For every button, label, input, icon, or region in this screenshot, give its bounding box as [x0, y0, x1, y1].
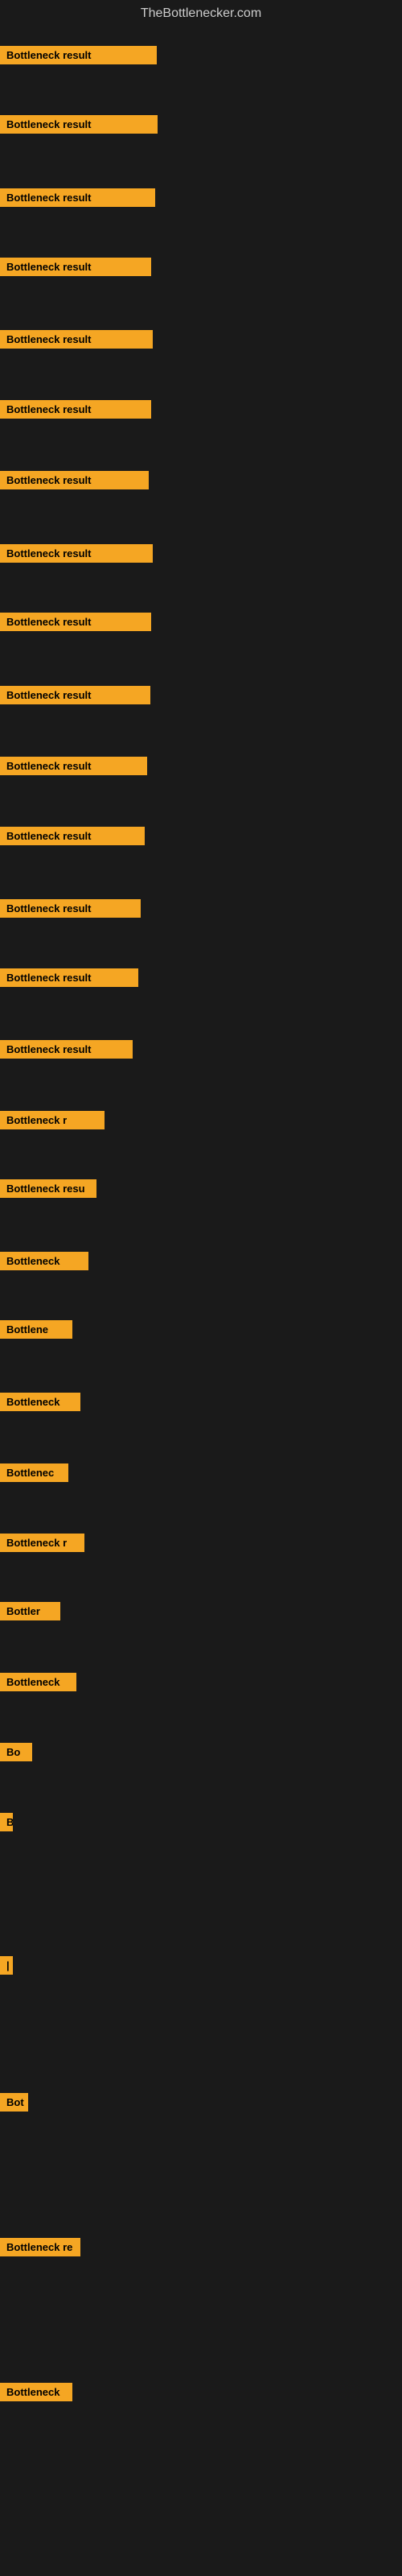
bottleneck-result-label: Bo	[0, 1743, 32, 1761]
bottleneck-result-label: Bottleneck	[0, 1673, 76, 1691]
bottleneck-result-label: Bottleneck result	[0, 258, 151, 276]
bottleneck-bar-row: Bottleneck result	[0, 613, 151, 635]
bottleneck-bar-row: Bottleneck result	[0, 544, 153, 567]
bottleneck-bar-row: Bo	[0, 1743, 32, 1765]
bottleneck-bar-row: Bottleneck	[0, 1673, 76, 1695]
bottleneck-bar-row: |	[0, 1956, 13, 1979]
bottleneck-bar-row: Bottleneck re	[0, 2238, 80, 2260]
bottleneck-result-label: Bottleneck resu	[0, 1179, 96, 1198]
site-title: TheBottlenecker.com	[0, 0, 402, 27]
bottleneck-result-label: Bottleneck result	[0, 968, 138, 987]
bottleneck-bar-row: Bottleneck result	[0, 471, 149, 493]
bottleneck-result-label: Bottleneck result	[0, 115, 158, 134]
bottleneck-result-label: Bottlenec	[0, 1463, 68, 1482]
bottleneck-bar-row: B	[0, 1813, 13, 1835]
bottleneck-bar-row: Bottleneck	[0, 2383, 72, 2405]
bottleneck-result-label: Bottleneck result	[0, 330, 153, 349]
bottleneck-result-label: Bottler	[0, 1602, 60, 1620]
bottleneck-bar-row: Bottleneck r	[0, 1111, 105, 1133]
bottleneck-result-label: Bottleneck	[0, 2383, 72, 2401]
bottleneck-result-label: Bottleneck result	[0, 471, 149, 489]
bottleneck-result-label: Bottleneck result	[0, 544, 153, 563]
bottleneck-bar-row: Bottleneck result	[0, 827, 145, 849]
bottleneck-result-label: Bottleneck result	[0, 757, 147, 775]
bottleneck-bar-row: Bottleneck result	[0, 188, 155, 211]
bottleneck-result-label: Bottleneck re	[0, 2238, 80, 2256]
bottleneck-result-label: Bottlene	[0, 1320, 72, 1339]
bottleneck-result-label: Bottleneck result	[0, 686, 150, 704]
bottleneck-result-label: Bottleneck	[0, 1393, 80, 1411]
bottleneck-result-label: Bottleneck result	[0, 46, 157, 64]
bottleneck-bar-row: Bottler	[0, 1602, 60, 1624]
bottleneck-result-label: Bottleneck	[0, 1252, 88, 1270]
bottleneck-result-label: |	[0, 1956, 13, 1975]
bottleneck-result-label: Bottleneck result	[0, 188, 155, 207]
bottleneck-bar-row: Bottleneck result	[0, 400, 151, 423]
bottleneck-bar-row: Bottleneck result	[0, 1040, 133, 1063]
bottleneck-result-label: Bottleneck r	[0, 1534, 84, 1552]
bottleneck-bar-row: Bottleneck result	[0, 968, 138, 991]
bottleneck-bar-row: Bottleneck result	[0, 686, 150, 708]
bottleneck-bar-row: Bottleneck r	[0, 1534, 84, 1556]
bottleneck-result-label: Bottleneck result	[0, 1040, 133, 1059]
bottleneck-result-label: Bottleneck result	[0, 613, 151, 631]
bottleneck-bar-row: Bottleneck result	[0, 46, 157, 68]
bottleneck-bar-row: Bottlenec	[0, 1463, 68, 1486]
bottleneck-result-label: Bottleneck result	[0, 899, 141, 918]
bottleneck-bar-row: Bottleneck	[0, 1393, 80, 1415]
bottleneck-bar-row: Bottleneck resu	[0, 1179, 96, 1202]
bottleneck-result-label: Bottleneck r	[0, 1111, 105, 1129]
bottleneck-result-label: Bottleneck result	[0, 400, 151, 419]
bottleneck-result-label: Bottleneck result	[0, 827, 145, 845]
bottleneck-bar-row: Bottleneck result	[0, 258, 151, 280]
bottleneck-bar-row: Bottleneck result	[0, 330, 153, 353]
bottleneck-bar-row: Bottleneck result	[0, 757, 147, 779]
bottleneck-bar-row: Bot	[0, 2093, 28, 2116]
bottleneck-result-label: Bot	[0, 2093, 28, 2112]
bottleneck-bar-row: Bottleneck	[0, 1252, 88, 1274]
bottleneck-bar-row: Bottlene	[0, 1320, 72, 1343]
bottleneck-bar-row: Bottleneck result	[0, 115, 158, 138]
bottleneck-result-label: B	[0, 1813, 13, 1831]
bottleneck-bar-row: Bottleneck result	[0, 899, 141, 922]
